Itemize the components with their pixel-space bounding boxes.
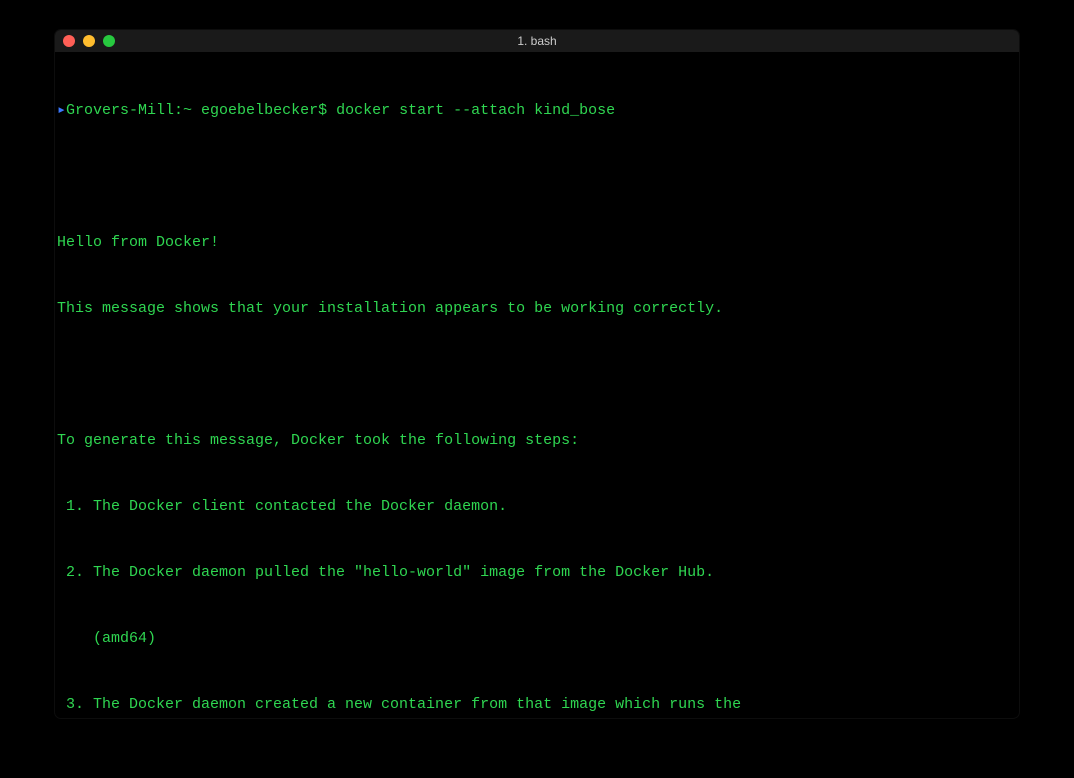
prompt-host: Grovers-Mill:~ egoebelbecker$	[66, 102, 327, 119]
minimize-icon[interactable]	[83, 35, 95, 47]
blank-line	[57, 364, 1017, 386]
output-line: 3. The Docker daemon created a new conta…	[57, 694, 1017, 716]
output-line: 1. The Docker client contacted the Docke…	[57, 496, 1017, 518]
titlebar: 1. bash	[55, 30, 1019, 52]
output-line: (amd64)	[57, 628, 1017, 650]
blank-line	[57, 166, 1017, 188]
maximize-icon[interactable]	[103, 35, 115, 47]
output-line: This message shows that your installatio…	[57, 298, 1017, 320]
command-text: docker start --attach kind_bose	[336, 102, 615, 119]
output-line: 2. The Docker daemon pulled the "hello-w…	[57, 562, 1017, 584]
traffic-lights	[63, 35, 115, 47]
output-line: Hello from Docker!	[57, 232, 1017, 254]
close-icon[interactable]	[63, 35, 75, 47]
prompt-arrow-icon: ▸	[57, 102, 66, 119]
prompt-line: ▸Grovers-Mill:~ egoebelbecker$ docker st…	[57, 100, 1017, 122]
window-title: 1. bash	[517, 34, 556, 48]
output-line: To generate this message, Docker took th…	[57, 430, 1017, 452]
terminal-body[interactable]: ▸Grovers-Mill:~ egoebelbecker$ docker st…	[55, 52, 1019, 718]
terminal-window: 1. bash ▸Grovers-Mill:~ egoebelbecker$ d…	[55, 30, 1019, 718]
